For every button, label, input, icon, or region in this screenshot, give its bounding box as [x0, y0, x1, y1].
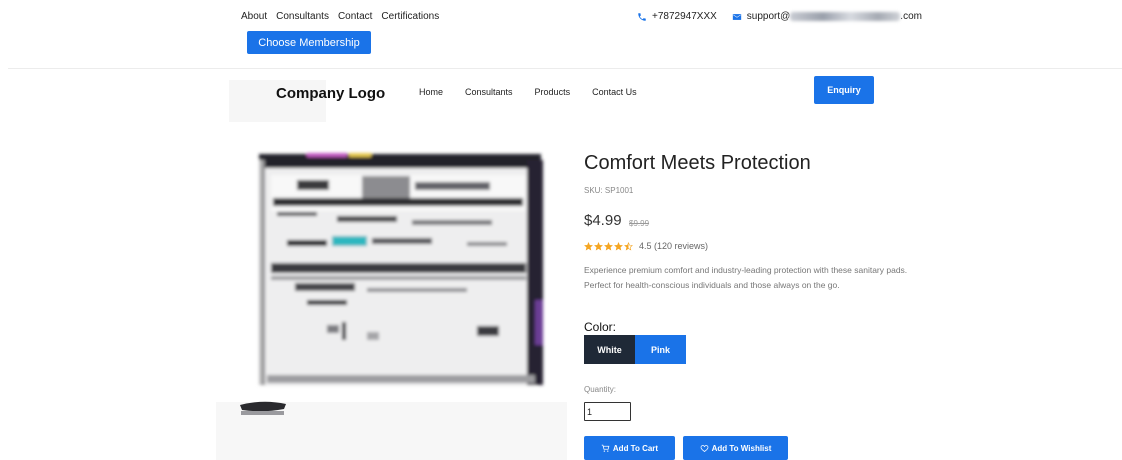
email-address: support@ .com [747, 11, 922, 22]
envelope-icon [732, 13, 741, 20]
color-options: White Pink [584, 335, 686, 364]
phone-link[interactable]: +7872947XXX [637, 11, 717, 22]
product-title: Comfort Meets Protection [584, 152, 811, 174]
email-link[interactable]: support@ .com [732, 11, 922, 22]
nav-products[interactable]: Products [535, 87, 571, 97]
nav-consultants[interactable]: Consultants [465, 87, 513, 97]
product-description: Experience premium comfort and industry-… [584, 265, 908, 290]
quantity-input[interactable] [584, 402, 631, 421]
color-option-white[interactable]: White [584, 335, 635, 364]
add-to-wishlist-button[interactable]: Add To Wishlist [683, 436, 788, 460]
choose-membership-button[interactable]: Choose Membership [247, 31, 371, 54]
product-rating: 4.5 (120 reviews) [584, 241, 708, 251]
email-blur-mask [790, 11, 901, 21]
star-icon [584, 241, 593, 250]
top-divider [8, 68, 1122, 69]
main-nav: Home Consultants Products Contact Us [419, 87, 637, 97]
rating-text: 4.5 (120 reviews) [639, 241, 709, 251]
nav-home[interactable]: Home [419, 87, 443, 97]
color-option-pink[interactable]: Pink [635, 335, 686, 364]
top-contact: +7872947XXX support@ .com [637, 11, 922, 22]
product-price: $4.99 [584, 212, 622, 229]
product-old-price: $9.99 [629, 219, 650, 228]
top-links: About Consultants Contact Certifications [241, 11, 439, 22]
phone-icon [638, 12, 646, 21]
product-image[interactable] [237, 150, 549, 390]
heart-icon [700, 444, 709, 452]
top-link-consultants[interactable]: Consultants [276, 11, 329, 22]
company-logo[interactable]: Company Logo [276, 85, 385, 102]
email-prefix: support@ [746, 11, 791, 22]
top-link-contact[interactable]: Contact [338, 11, 372, 22]
add-to-cart-label: Add To Cart [612, 443, 659, 453]
star-icon [604, 241, 613, 250]
phone-number: +7872947XXX [652, 11, 717, 22]
top-link-certifications[interactable]: Certifications [381, 11, 439, 22]
add-to-wishlist-label: Add To Wishlist [711, 443, 772, 453]
top-link-about[interactable]: About [241, 11, 267, 22]
product-sku: SKU: SP1001 [584, 186, 634, 195]
color-label: Color: [584, 320, 617, 334]
add-to-cart-button[interactable]: Add To Cart [584, 436, 675, 460]
cart-icon [601, 444, 610, 452]
rating-stars [584, 241, 633, 251]
star-icon [594, 241, 603, 250]
enquiry-button[interactable]: Enquiry [814, 76, 874, 104]
star-icon [624, 241, 633, 250]
email-suffix: .com [900, 11, 922, 22]
product-thumbnail[interactable] [236, 399, 290, 419]
nav-contact-us[interactable]: Contact Us [592, 87, 637, 97]
quantity-label: Quantity: [584, 385, 617, 394]
star-icon [614, 241, 623, 250]
